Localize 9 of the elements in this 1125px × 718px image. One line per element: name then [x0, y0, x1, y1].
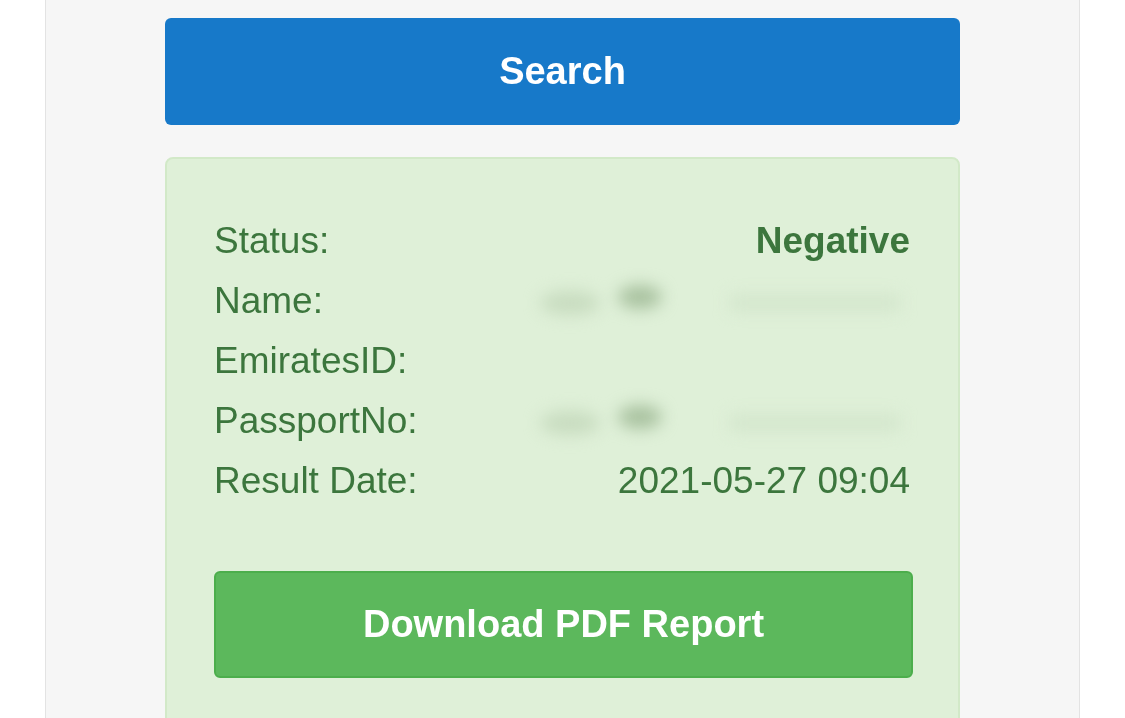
field-label: PassportNo:: [214, 400, 418, 442]
status-value: Negative: [755, 220, 910, 262]
search-button[interactable]: Search: [165, 18, 960, 125]
field-label: Result Date:: [214, 460, 418, 502]
download-button[interactable]: Download PDF Report: [214, 571, 913, 678]
field-label: EmiratesID:: [214, 340, 408, 382]
field-label: Status:: [214, 220, 330, 262]
field-label: Name:: [214, 280, 323, 322]
field-value: 2021-05-27 09:04: [617, 460, 910, 502]
